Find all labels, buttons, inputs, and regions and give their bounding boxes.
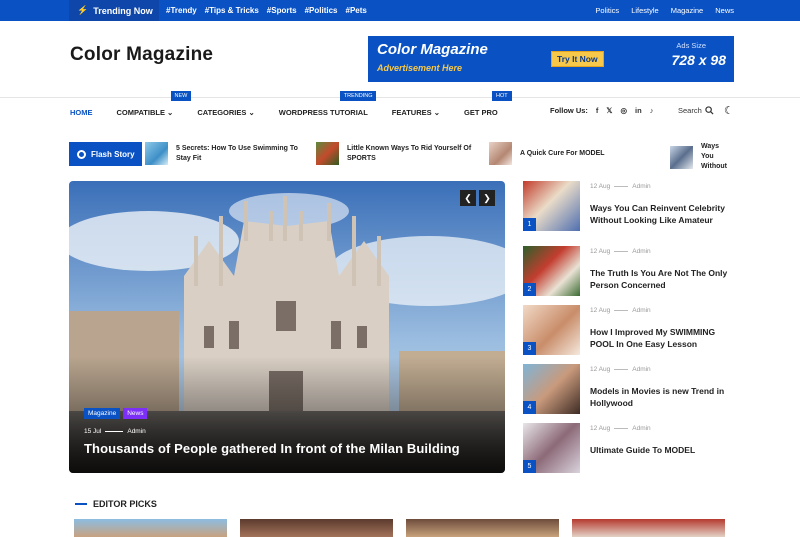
- main-nav: HOME NEW COMPATIBLE ⌄ CATEGORIES ⌄ TRENDI…: [70, 90, 522, 119]
- top-link-magazine[interactable]: Magazine: [671, 6, 704, 15]
- post-meta: 12 Aug Admin: [590, 425, 651, 432]
- flash-thumb: [489, 142, 512, 165]
- sidebar-post[interactable]: 1 12 Aug Admin Ways You Can Reinvent Cele…: [523, 181, 743, 233]
- chevron-left-icon[interactable]: ❮: [460, 190, 476, 206]
- flash-thumb: [670, 145, 693, 169]
- post-number: 4: [523, 401, 536, 414]
- post-number: 3: [523, 342, 536, 355]
- sidebar-post[interactable]: 4 12 Aug Admin Models in Movies is new Tr…: [523, 364, 743, 416]
- linkedin-icon[interactable]: in: [635, 106, 642, 115]
- sidebar-post[interactable]: 2 12 Aug Admin The Truth Is You Are Not T…: [523, 246, 743, 298]
- top-links: Politics Lifestyle Magazine News: [595, 0, 734, 21]
- post-title[interactable]: Models in Movies is new Trend in Hollywo…: [590, 385, 735, 409]
- twitter-icon[interactable]: 𝕏: [606, 106, 612, 115]
- nav-divider: [0, 97, 800, 98]
- hero-slider-controls: ❮ ❯: [460, 190, 495, 206]
- sidebar-post[interactable]: 3 12 Aug Admin How I Improved My SWIMMING…: [523, 305, 743, 357]
- top-bar: ⚡ Trending Now #Trendy #Tips & Tricks #S…: [0, 0, 800, 21]
- meta-divider: [105, 431, 124, 432]
- nav-badge-hot: HOT: [492, 90, 512, 101]
- tag-link[interactable]: #Sports: [267, 6, 297, 15]
- post-thumbnail: 2: [523, 246, 580, 296]
- nav-item-get-pro[interactable]: HOT GET PRO: [464, 90, 512, 117]
- hero-title[interactable]: Thousands of People gathered In front of…: [84, 441, 460, 456]
- follow-us: Follow Us: f 𝕏 ◎ in ♪: [550, 106, 653, 115]
- hero-author[interactable]: Admin: [127, 428, 145, 435]
- hero-categories: Magazine News: [84, 408, 148, 419]
- nav-badge-new: NEW: [170, 90, 192, 101]
- flash-item[interactable]: Little Known Ways To Rid Yourself Of SPO…: [316, 142, 472, 165]
- ad-subtitle: Advertisement Here: [377, 63, 463, 73]
- trending-tags: #Trendy #Tips & Tricks #Sports #Politics…: [166, 0, 367, 21]
- nav-badge-trending: TRENDING: [339, 90, 377, 101]
- hero-meta: 15 Jul Admin: [84, 428, 146, 435]
- post-meta: 12 Aug Admin: [590, 248, 651, 255]
- tag-link[interactable]: #Pets: [346, 6, 367, 15]
- flash-icon: [77, 149, 86, 159]
- post-title[interactable]: How I Improved My SWIMMING POOL In One E…: [590, 326, 735, 350]
- flash-thumb: [145, 142, 168, 165]
- post-number: 5: [523, 460, 536, 473]
- post-thumbnail: 1: [523, 181, 580, 231]
- facebook-icon[interactable]: f: [596, 106, 599, 115]
- ad-try-button[interactable]: Try It Now: [551, 51, 604, 67]
- tag-link[interactable]: #Politics: [305, 6, 338, 15]
- post-meta: 12 Aug Admin: [590, 366, 651, 373]
- post-title[interactable]: Ultimate Guide To MODEL: [590, 444, 735, 456]
- post-meta: 12 Aug Admin: [590, 183, 651, 190]
- post-thumbnail: 4: [523, 364, 580, 414]
- dark-mode-icon[interactable]: ☾: [724, 104, 734, 117]
- editor-picks-heading: EDITOR PICKS: [75, 499, 157, 509]
- nav-item-categories[interactable]: CATEGORIES ⌄: [197, 108, 254, 117]
- flash-item[interactable]: A Quick Cure For MODEL: [489, 142, 630, 165]
- post-number: 1: [523, 218, 536, 231]
- post-thumbnail: 5: [523, 423, 580, 473]
- category-tag-news[interactable]: News: [123, 408, 148, 419]
- flash-story-label: Flash Story: [69, 142, 142, 166]
- hero-date: 15 Jul: [84, 428, 102, 435]
- post-number: 2: [523, 283, 536, 296]
- search-icon: [705, 106, 714, 115]
- ad-size: 728 x 98: [671, 52, 727, 68]
- editor-pick-thumbnail[interactable]: [240, 519, 393, 537]
- editor-pick-thumbnail[interactable]: [74, 519, 227, 537]
- editor-pick-thumbnail[interactable]: [572, 519, 725, 537]
- sidebar-post[interactable]: 5 12 Aug Admin Ultimate Guide To MODEL: [523, 423, 743, 475]
- flash-item[interactable]: 5 Secrets: How To Use Swimming To Stay F…: [145, 142, 301, 165]
- top-link-politics[interactable]: Politics: [595, 6, 619, 15]
- nav-item-features[interactable]: FEATURES ⌄: [392, 108, 440, 117]
- top-link-lifestyle[interactable]: Lifestyle: [631, 6, 659, 15]
- top-link-news[interactable]: News: [715, 6, 734, 15]
- tiktok-icon[interactable]: ♪: [650, 106, 654, 115]
- site-logo[interactable]: Color Magazine: [70, 44, 213, 66]
- heading-accent: [75, 503, 87, 505]
- editor-pick-thumbnail[interactable]: [406, 519, 559, 537]
- flash-thumb: [316, 142, 339, 165]
- nav-item-wordpress-tutorial[interactable]: TRENDING WORDPRESS TUTORIAL: [279, 90, 377, 117]
- trending-now-label[interactable]: ⚡ Trending Now: [69, 0, 159, 21]
- tag-link[interactable]: #Trendy: [166, 6, 197, 15]
- category-tag-magazine[interactable]: Magazine: [84, 408, 121, 419]
- post-title[interactable]: The Truth Is You Are Not The Only Person…: [590, 267, 735, 291]
- instagram-icon[interactable]: ◎: [620, 106, 627, 115]
- lightning-icon: ⚡: [77, 5, 89, 15]
- ad-size-label: Ads Size: [676, 41, 706, 50]
- ad-title: Color Magazine: [377, 41, 488, 58]
- nav-item-compatible[interactable]: NEW COMPATIBLE ⌄: [117, 90, 192, 117]
- post-meta: 12 Aug Admin: [590, 307, 651, 314]
- follow-label: Follow Us:: [550, 106, 588, 115]
- search-button[interactable]: Search: [678, 106, 714, 115]
- tag-link[interactable]: #Tips & Tricks: [205, 6, 259, 15]
- nav-item-home[interactable]: HOME: [70, 108, 93, 117]
- post-thumbnail: 3: [523, 305, 580, 355]
- search-label: Search: [678, 106, 702, 115]
- ad-banner[interactable]: Color Magazine Advertisement Here Try It…: [368, 36, 734, 82]
- post-title[interactable]: Ways You Can Reinvent Celebrity Without …: [590, 202, 735, 226]
- chevron-right-icon[interactable]: ❯: [479, 190, 495, 206]
- flash-item[interactable]: Ways You Without: [670, 142, 731, 172]
